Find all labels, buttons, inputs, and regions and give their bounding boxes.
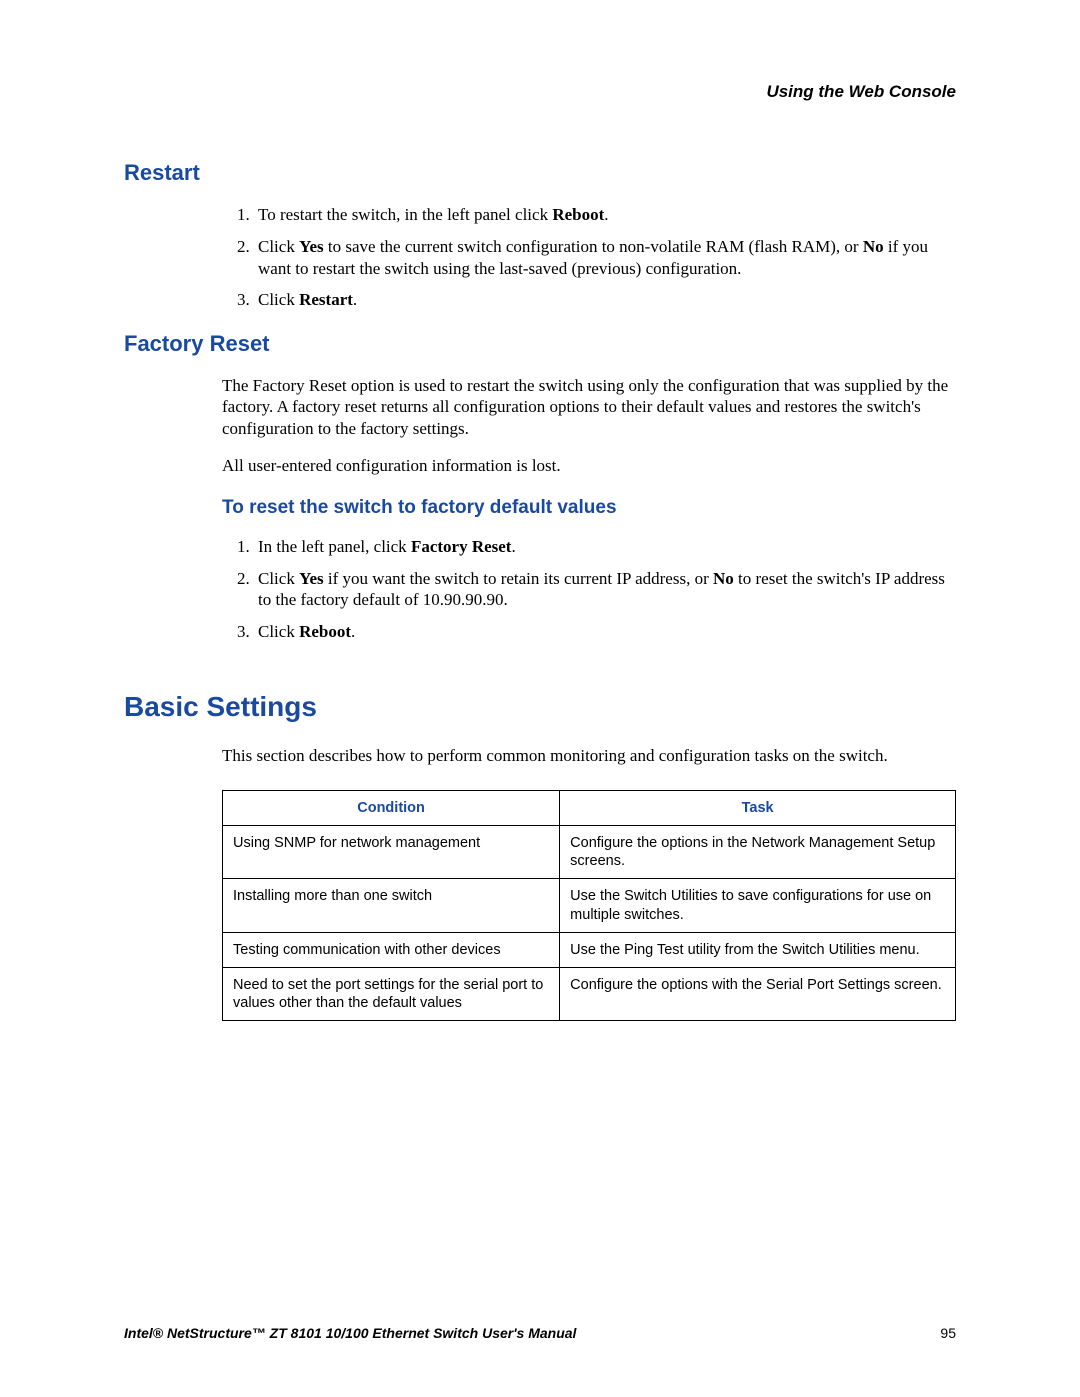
document-page: Using the Web Console Restart To restart… [0, 0, 1080, 1397]
running-header: Using the Web Console [124, 82, 956, 102]
bold-term: Restart [299, 290, 353, 309]
table-row: Testing communication with other devices… [223, 932, 956, 967]
bold-term: Reboot [552, 205, 604, 224]
conditions-table: Condition Task Using SNMP for network ma… [222, 790, 956, 1021]
step-text: to save the current switch configuration… [324, 237, 863, 256]
step-text: Click [258, 290, 299, 309]
col-header-condition: Condition [223, 791, 560, 826]
bold-term: No [713, 569, 734, 588]
subheading-factory-reset-procedure: To reset the switch to factory default v… [222, 496, 956, 520]
step-text: . [604, 205, 608, 224]
factory-reset-steps: In the left panel, click Factory Reset. … [222, 536, 956, 643]
bold-term: Reboot [299, 622, 351, 641]
heading-factory-reset: Factory Reset [124, 331, 956, 357]
cell-task: Configure the options with the Serial Po… [560, 967, 956, 1020]
step-text: Click [258, 622, 299, 641]
table-row: Installing more than one switch Use the … [223, 879, 956, 932]
paragraph: The Factory Reset option is used to rest… [222, 375, 956, 439]
table-row: Using SNMP for network management Config… [223, 826, 956, 879]
step-text: . [353, 290, 357, 309]
bold-term: Factory Reset [411, 537, 512, 556]
restart-steps: To restart the switch, in the left panel… [222, 204, 956, 311]
bold-term: Yes [299, 569, 324, 588]
paragraph: This section describes how to perform co… [222, 745, 956, 766]
step-text: Click [258, 237, 299, 256]
heading-restart: Restart [124, 160, 956, 186]
step-text: . [351, 622, 355, 641]
paragraph: All user-entered configuration informati… [222, 455, 956, 476]
step-text: To restart the switch, in the left panel… [258, 205, 552, 224]
list-item: In the left panel, click Factory Reset. [254, 536, 956, 558]
page-footer: Intel® NetStructure™ ZT 8101 10/100 Ethe… [124, 1325, 956, 1341]
step-text: . [511, 537, 515, 556]
bold-term: No [863, 237, 884, 256]
list-item: Click Reboot. [254, 621, 956, 643]
body-text: This section describes how to perform co… [222, 745, 956, 1021]
col-header-task: Task [560, 791, 956, 826]
list-item: Click Yes if you want the switch to reta… [254, 568, 956, 612]
list-item: Click Yes to save the current switch con… [254, 236, 956, 280]
cell-condition: Using SNMP for network management [223, 826, 560, 879]
heading-basic-settings: Basic Settings [124, 691, 956, 723]
list-item: To restart the switch, in the left panel… [254, 204, 956, 226]
table-header-row: Condition Task [223, 791, 956, 826]
cell-task: Use the Switch Utilities to save configu… [560, 879, 956, 932]
table-row: Need to set the port settings for the se… [223, 967, 956, 1020]
cell-condition: Testing communication with other devices [223, 932, 560, 967]
step-text: In the left panel, click [258, 537, 411, 556]
cell-task: Configure the options in the Network Man… [560, 826, 956, 879]
body-text: The Factory Reset option is used to rest… [222, 375, 956, 520]
bold-term: Yes [299, 237, 324, 256]
list-item: Click Restart. [254, 289, 956, 311]
cell-task: Use the Ping Test utility from the Switc… [560, 932, 956, 967]
step-text: if you want the switch to retain its cur… [324, 569, 713, 588]
footer-title: Intel® NetStructure™ ZT 8101 10/100 Ethe… [124, 1325, 576, 1341]
step-text: Click [258, 569, 299, 588]
cell-condition: Installing more than one switch [223, 879, 560, 932]
cell-condition: Need to set the port settings for the se… [223, 967, 560, 1020]
page-number: 95 [940, 1325, 956, 1341]
